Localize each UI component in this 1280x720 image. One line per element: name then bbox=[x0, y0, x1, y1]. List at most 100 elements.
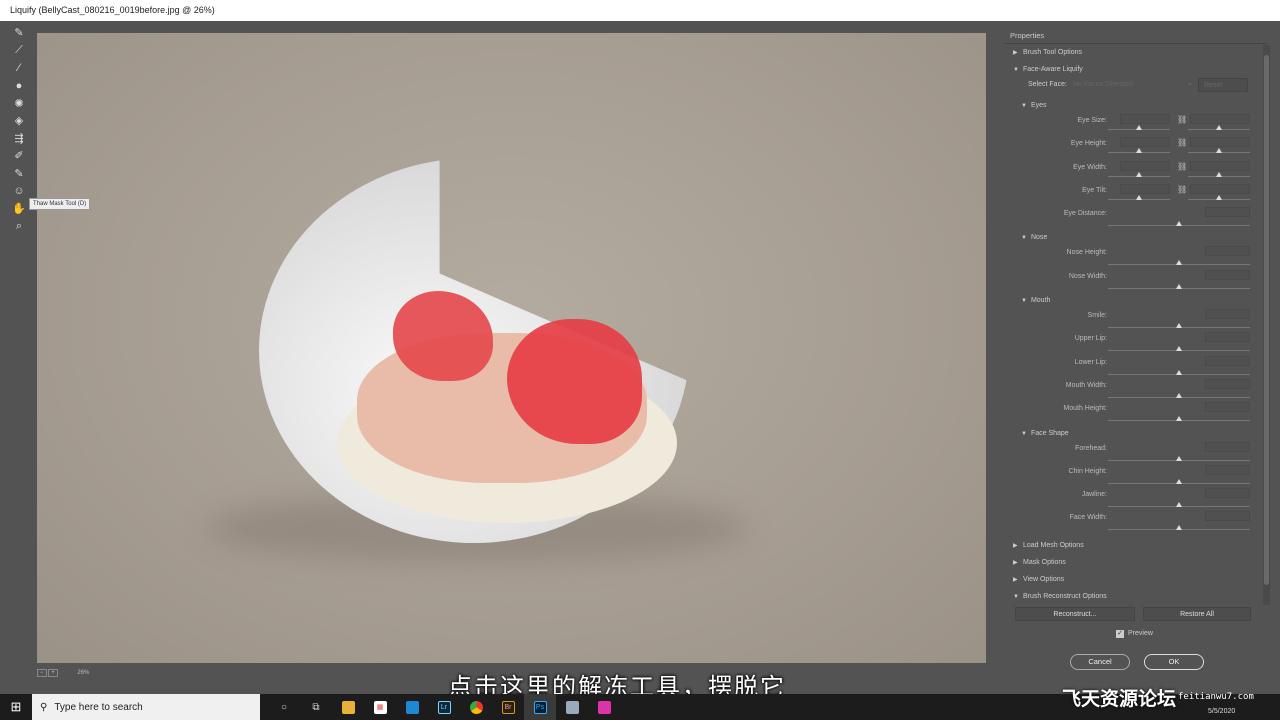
value-field[interactable] bbox=[1205, 355, 1250, 366]
left-value-field[interactable] bbox=[1120, 183, 1170, 194]
slider-knob[interactable] bbox=[1176, 478, 1182, 484]
left-slider[interactable] bbox=[1108, 148, 1170, 154]
cancel-button[interactable]: Cancel bbox=[1070, 654, 1130, 670]
slider-knob[interactable] bbox=[1136, 148, 1142, 154]
slider[interactable] bbox=[1108, 392, 1250, 398]
thaw-mask-tool-icon[interactable]: ✎ bbox=[8, 165, 30, 183]
section-mask-options[interactable]: ▶ Mask Options bbox=[1005, 554, 1267, 571]
store-icon[interactable]: ▦ bbox=[364, 694, 396, 720]
slider-knob[interactable] bbox=[1176, 283, 1182, 289]
face-tool-icon[interactable]: ☺ bbox=[8, 182, 30, 200]
slider[interactable] bbox=[1108, 260, 1250, 266]
slider[interactable] bbox=[1108, 323, 1250, 329]
right-value-field[interactable] bbox=[1190, 114, 1250, 124]
value-field[interactable] bbox=[1205, 511, 1250, 522]
document-app-icon[interactable] bbox=[556, 694, 588, 720]
chrome-icon[interactable] bbox=[460, 694, 492, 720]
section-brush-tool-options[interactable]: ▶ Brush Tool Options bbox=[1005, 44, 1267, 61]
value-field[interactable] bbox=[1205, 246, 1250, 257]
slider-knob[interactable] bbox=[1176, 323, 1182, 329]
slider[interactable] bbox=[1108, 502, 1250, 508]
left-slider[interactable] bbox=[1108, 171, 1170, 177]
slider-knob[interactable] bbox=[1176, 502, 1182, 508]
link-icon[interactable]: ⛓ bbox=[1177, 138, 1187, 147]
left-slider[interactable] bbox=[1108, 125, 1170, 130]
slider-knob[interactable] bbox=[1176, 221, 1182, 227]
slider[interactable] bbox=[1108, 221, 1250, 227]
ok-button[interactable]: OK bbox=[1144, 654, 1204, 670]
color-app-icon[interactable] bbox=[588, 694, 620, 720]
smooth-tool-icon[interactable]: ∕ bbox=[8, 59, 30, 77]
group-eyes[interactable]: ▼ Eyes bbox=[1005, 98, 1267, 114]
task-view-icon[interactable]: ⧉ bbox=[300, 694, 332, 720]
twirl-tool-icon[interactable]: ● bbox=[8, 77, 30, 95]
value-field[interactable] bbox=[1205, 207, 1250, 218]
slider-knob[interactable] bbox=[1176, 346, 1182, 352]
right-slider[interactable] bbox=[1188, 171, 1250, 177]
lightroom-icon[interactable]: Lr bbox=[428, 694, 460, 720]
taskbar-search[interactable]: ⚲ Type here to search bbox=[32, 694, 260, 720]
value-field[interactable] bbox=[1205, 309, 1250, 320]
link-icon[interactable]: ⛓ bbox=[1177, 185, 1187, 194]
reconstruct-tool-icon[interactable]: ⟋ bbox=[8, 42, 30, 60]
slider-knob[interactable] bbox=[1176, 416, 1182, 422]
slider-knob[interactable] bbox=[1176, 525, 1182, 531]
pucker-tool-icon[interactable]: ✺ bbox=[8, 94, 30, 112]
zoom-tool-icon[interactable]: ⌕ bbox=[8, 218, 30, 236]
section-view-options[interactable]: ▶ View Options bbox=[1005, 571, 1267, 588]
photoshop-icon[interactable]: Ps bbox=[524, 694, 556, 720]
section-face-aware-liquify[interactable]: ▼ Face-Aware Liquify bbox=[1005, 61, 1267, 78]
slider[interactable] bbox=[1108, 455, 1250, 461]
slider-knob[interactable] bbox=[1216, 194, 1222, 200]
bloat-tool-icon[interactable]: ◈ bbox=[8, 112, 30, 130]
value-field[interactable] bbox=[1205, 269, 1250, 280]
section-brush-reconstruct[interactable]: ▼ Brush Reconstruct Options bbox=[1005, 588, 1267, 605]
slider-knob[interactable] bbox=[1216, 148, 1222, 154]
right-slider[interactable] bbox=[1188, 148, 1250, 154]
slider-knob[interactable] bbox=[1176, 260, 1182, 266]
taskbar-date[interactable]: 5/5/2020 bbox=[1208, 708, 1235, 715]
link-icon[interactable]: ⛓ bbox=[1177, 115, 1187, 124]
slider[interactable] bbox=[1108, 369, 1250, 375]
value-field[interactable] bbox=[1205, 464, 1250, 475]
group-face-shape[interactable]: ▼ Face Shape bbox=[1005, 426, 1267, 442]
reconstruct-button[interactable]: Reconstruct... bbox=[1015, 606, 1135, 621]
slider-knob[interactable] bbox=[1176, 455, 1182, 461]
slider-knob[interactable] bbox=[1216, 171, 1222, 177]
restore-all-button[interactable]: Restore All bbox=[1143, 606, 1251, 621]
value-field[interactable] bbox=[1205, 332, 1250, 343]
right-slider[interactable] bbox=[1188, 125, 1250, 130]
push-left-tool-icon[interactable]: ⇶ bbox=[8, 130, 30, 148]
slider[interactable] bbox=[1108, 478, 1250, 484]
slider-knob[interactable] bbox=[1136, 171, 1142, 177]
group-nose[interactable]: ▼ Nose bbox=[1005, 230, 1267, 246]
zoom-out-button[interactable]: − bbox=[37, 669, 47, 677]
zoom-level[interactable]: 26% bbox=[77, 670, 89, 676]
left-slider[interactable] bbox=[1108, 194, 1170, 200]
scrollbar-thumb[interactable] bbox=[1264, 55, 1269, 585]
group-mouth[interactable]: ▼ Mouth bbox=[1005, 293, 1267, 309]
slider-knob[interactable] bbox=[1176, 369, 1182, 375]
slider[interactable] bbox=[1108, 283, 1250, 289]
slider-knob[interactable] bbox=[1176, 392, 1182, 398]
section-load-mesh[interactable]: ▶ Load Mesh Options bbox=[1005, 537, 1267, 554]
slider-knob[interactable] bbox=[1136, 194, 1142, 200]
mail-icon[interactable] bbox=[396, 694, 428, 720]
slider-knob[interactable] bbox=[1216, 125, 1222, 130]
reset-button[interactable]: Reset bbox=[1198, 78, 1248, 92]
forward-warp-tool-icon[interactable]: ✎ bbox=[8, 24, 30, 42]
hand-tool-icon[interactable]: ✋ bbox=[8, 200, 30, 218]
cortana-icon[interactable]: ○ bbox=[268, 694, 300, 720]
link-icon[interactable]: ⛓ bbox=[1177, 162, 1187, 171]
zoom-in-button[interactable]: + bbox=[48, 669, 58, 677]
slider[interactable] bbox=[1108, 346, 1250, 352]
bridge-icon[interactable]: Br bbox=[492, 694, 524, 720]
left-value-field[interactable] bbox=[1120, 137, 1170, 148]
value-field[interactable] bbox=[1205, 402, 1250, 413]
right-slider[interactable] bbox=[1188, 194, 1250, 200]
preview-checkbox[interactable]: ✓ bbox=[1116, 629, 1124, 638]
slider[interactable] bbox=[1108, 416, 1250, 422]
file-explorer-icon[interactable] bbox=[332, 694, 364, 720]
right-value-field[interactable] bbox=[1190, 137, 1250, 148]
value-field[interactable] bbox=[1205, 488, 1250, 499]
